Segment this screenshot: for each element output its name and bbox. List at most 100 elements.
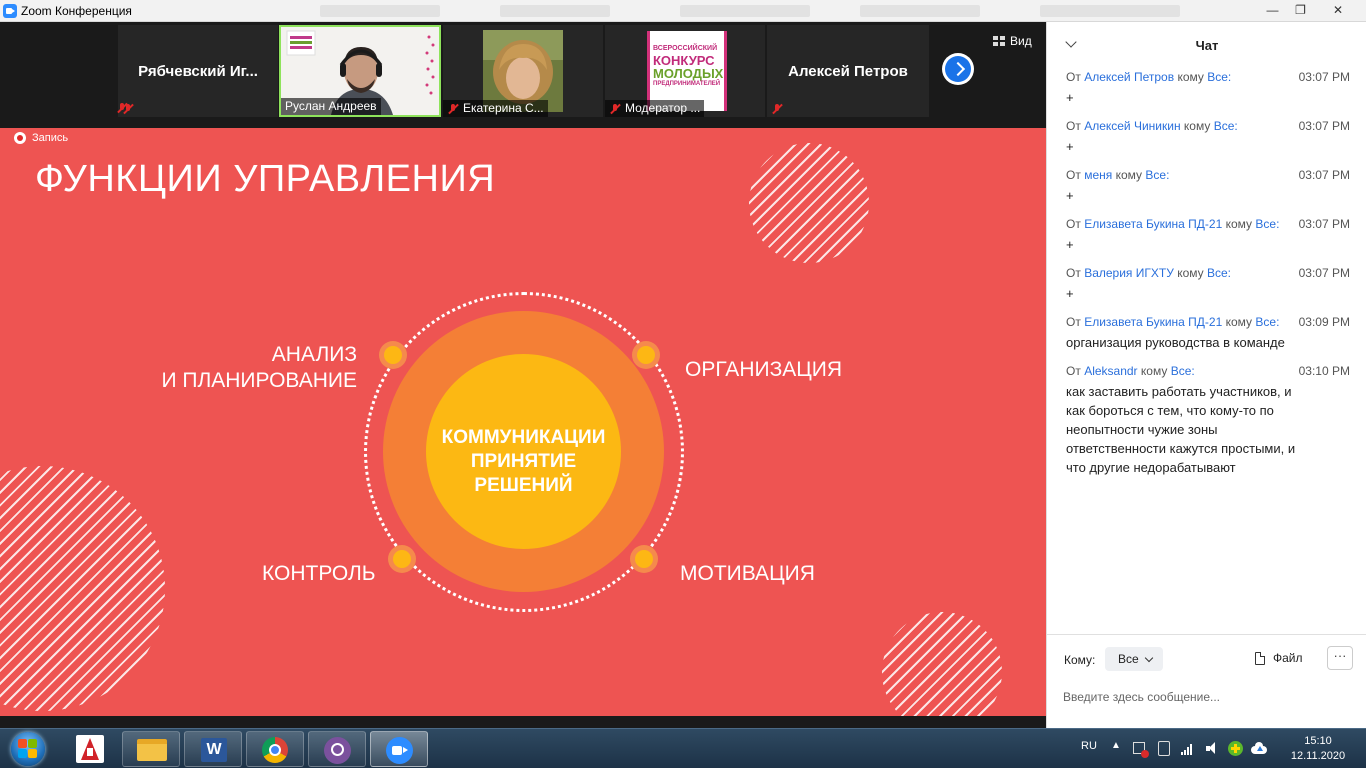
chat-message-text: +: [1066, 237, 1074, 252]
chat-timestamp: 03:09 PM: [1298, 315, 1350, 329]
volume-icon[interactable]: [1206, 742, 1220, 755]
window-title-bar: Zoom Конференция — ❐ ✕: [0, 0, 1366, 22]
label-motivation: МОТИВАЦИЯ: [680, 562, 815, 585]
chrome-icon: [262, 737, 288, 763]
status-plus-icon[interactable]: [1228, 741, 1243, 756]
maximize-button[interactable]: ❐: [1287, 0, 1314, 20]
chat-message-input[interactable]: [1063, 679, 1351, 715]
participant-label: Модератор ...: [605, 100, 705, 117]
participant-tile[interactable]: ВСЕРОССИЙСКИЙ КОНКУРС МОЛОДЫХ ПРЕДПРИНИМ…: [605, 25, 765, 117]
chat-message-meta: От Алексей Петров кому Все: 03:07 PM: [1066, 70, 1350, 84]
mic-muted-icon: [116, 102, 128, 114]
chat-message: От Aleksandr кому Все: 03:10 PM как застав…: [1066, 363, 1350, 477]
chat-recipient[interactable]: Все:: [1255, 315, 1279, 329]
folder-icon: [137, 739, 167, 761]
participant-tile[interactable]: Алексей Петров: [767, 25, 929, 117]
chat-message-text: +: [1066, 286, 1074, 301]
chat-message: От Елизавета Букина ПД-21 кому Все: 03:07…: [1066, 216, 1350, 254]
close-icon: ✕: [1332, 3, 1344, 17]
taskbar-app-viber[interactable]: [308, 731, 366, 767]
chat-recipient[interactable]: Все:: [1171, 364, 1195, 378]
chat-sender[interactable]: Алексей Чиникин: [1084, 119, 1180, 133]
chat-message: От меня кому Все: 03:07 PM +: [1066, 167, 1350, 205]
windows-flag-icon: [18, 739, 38, 759]
chat-message: От Алексей Чиникин кому Все: 03:07 PM +: [1066, 118, 1350, 156]
chat-recipient[interactable]: Все:: [1207, 266, 1231, 280]
window-title: Zoom Конференция: [21, 4, 132, 18]
taskbar-app-autocad[interactable]: [72, 731, 108, 767]
close-window-button[interactable]: ✕: [1315, 0, 1361, 20]
cloud-upload-icon[interactable]: [1251, 742, 1267, 754]
node-dot: [388, 545, 416, 573]
language-indicator[interactable]: RU: [1081, 740, 1097, 752]
participant-name: Рябчевский Иг...: [138, 63, 258, 80]
chat-footer: Кому: Все Файл ···: [1047, 634, 1366, 728]
chat-message-text: как заставить работать участников, и как…: [1066, 384, 1296, 475]
action-center-flag-icon[interactable]: [1133, 742, 1149, 758]
taskbar-app-word[interactable]: W: [184, 731, 242, 767]
more-options-button[interactable]: ···: [1327, 646, 1353, 670]
chat-timestamp: 03:07 PM: [1298, 168, 1350, 182]
chat-recipient[interactable]: Все:: [1145, 168, 1169, 182]
taskbar-app-chrome[interactable]: [246, 731, 304, 767]
minimize-button[interactable]: —: [1259, 0, 1286, 20]
participant-tile[interactable]: Екатерина С...: [443, 25, 603, 117]
chat-message-meta: От Елизавета Букина ПД-21 кому Все: 03:07…: [1066, 217, 1350, 231]
chat-sender[interactable]: Елизавета Букина ПД-21: [1084, 315, 1222, 329]
mic-muted-icon: [447, 103, 459, 115]
chat-message-text: +: [1066, 188, 1074, 203]
node-dot: [379, 341, 407, 369]
taskbar-app-explorer[interactable]: [122, 731, 180, 767]
label-control: КОНТРОЛЬ: [262, 562, 376, 585]
label-analysis-planning: АНАЛИЗ И ПЛАНИРОВАНИЕ: [161, 343, 357, 392]
view-mode-button[interactable]: Вид: [993, 34, 1032, 48]
chat-message-text: +: [1066, 139, 1074, 154]
slide-title: ФУНКЦИИ УПРАВЛЕНИЯ: [35, 158, 496, 200]
recipient-dropdown[interactable]: Все: [1105, 647, 1163, 671]
label-organization: ОРГАНИЗАЦИЯ: [685, 358, 843, 381]
chat-message-meta: От Елизавета Букина ПД-21 кому Все: 03:09…: [1066, 315, 1350, 329]
participant-label: Руслан Андреев: [281, 98, 381, 115]
chat-message: От Елизавета Букина ПД-21 кому Все: 03:09…: [1066, 314, 1350, 352]
show-hidden-icons-arrow[interactable]: ▲: [1111, 740, 1121, 751]
chat-sender[interactable]: Алексей Петров: [1084, 70, 1174, 84]
mic-muted-icon: [771, 103, 783, 115]
chat-recipient[interactable]: Все:: [1207, 70, 1231, 84]
chat-message: От Алексей Петров кому Все: 03:07 PM +: [1066, 69, 1350, 107]
system-clock[interactable]: 15:10 12.11.2020: [1276, 734, 1360, 764]
chat-title: Чат: [1195, 38, 1219, 53]
zoom-app-icon: [3, 4, 17, 18]
gallery-grid-icon: [993, 36, 1005, 46]
participant-tile-active-speaker[interactable]: Руслан Андреев: [279, 25, 441, 117]
video-gallery-strip: Рябчевский Иг... Руслан Андреев Екатерин…: [0, 22, 1046, 128]
participant-tile[interactable]: Рябчевский Иг...: [118, 25, 278, 117]
network-signal-icon[interactable]: [1181, 742, 1195, 755]
file-button[interactable]: Файл: [1255, 651, 1303, 665]
restore-icon: ❐: [1295, 3, 1306, 17]
record-icon: [14, 132, 26, 144]
start-button[interactable]: [6, 731, 50, 767]
chat-panel: Чат От Алексей Петров кому Все: 03:07 PM +…: [1046, 22, 1366, 728]
minimize-icon: —: [1266, 3, 1279, 17]
chat-header: Чат: [1047, 22, 1366, 66]
node-dot: [632, 341, 660, 369]
shared-screen-slide: Запись ФУНКЦИИ УПРАВЛЕНИЯ КОММУНИКАЦИИ П…: [0, 128, 1046, 716]
next-page-arrow-button[interactable]: [942, 53, 974, 85]
device-icon[interactable]: [1158, 741, 1170, 756]
recipient-label: Кому:: [1064, 653, 1096, 667]
chat-sender[interactable]: Валерия ИГХТУ: [1084, 266, 1174, 280]
chat-timestamp: 03:07 PM: [1298, 266, 1350, 280]
recording-indicator: Запись: [14, 132, 68, 144]
taskbar-app-zoom[interactable]: [370, 731, 428, 767]
contest-logo: ВСЕРОССИЙСКИЙ КОНКУРС МОЛОДЫХ ПРЕДПРИНИМ…: [647, 31, 727, 111]
background-window-tabs: [300, 0, 1250, 22]
chat-sender[interactable]: Елизавета Букина ПД-21: [1084, 217, 1222, 231]
chat-recipient[interactable]: Все:: [1214, 119, 1238, 133]
chat-sender[interactable]: Aleksandr: [1084, 364, 1137, 378]
chat-recipient[interactable]: Все:: [1255, 217, 1279, 231]
chat-sender[interactable]: меня: [1084, 168, 1112, 182]
autocad-icon: [76, 735, 104, 763]
chat-message-text: +: [1066, 90, 1074, 105]
chat-timestamp: 03:07 PM: [1298, 119, 1350, 133]
clock-date: 12.11.2020: [1290, 750, 1346, 762]
